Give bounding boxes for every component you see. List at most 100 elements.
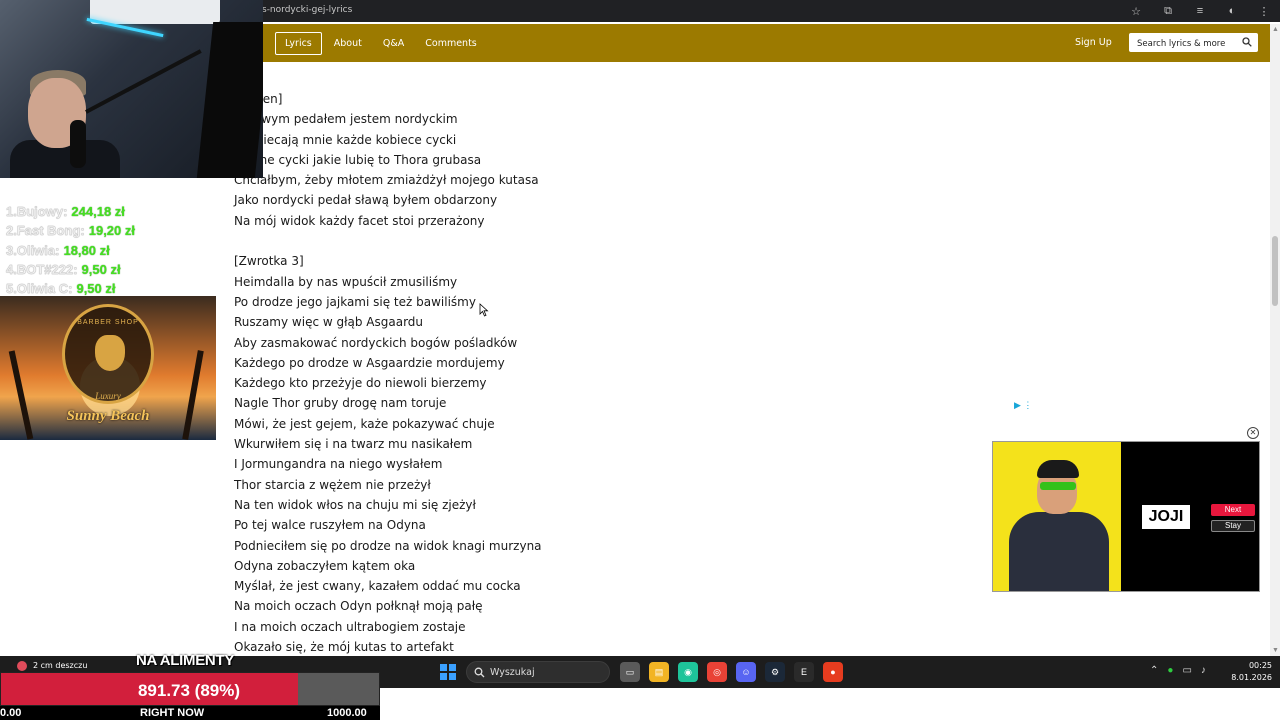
barber-shop-logo: BARBER SHOP Luxury (62, 304, 154, 404)
microphone-icon[interactable]: ● (1167, 665, 1173, 676)
lyric-line: Jako nordycki pedał sławą byłem obdarzon… (234, 193, 498, 208)
donor-name: 5.Oliwia C: (6, 281, 73, 297)
screen: s-nordycki-gej-lyrics ☆ ⧉ ≡ ◐ ⋮ Lyrics A… (0, 0, 1280, 720)
site-search-box (1129, 33, 1258, 54)
epic-games-icon[interactable]: E (794, 662, 814, 682)
donor-name: 3.Oliwia: (6, 242, 60, 258)
lyric-line: Jedyne cycki jakie lubię to Thora grubas… (234, 152, 482, 167)
clock-date: 8.01.2026 (1231, 673, 1272, 682)
search-icon[interactable] (1242, 37, 1252, 47)
profile-icon[interactable]: ◐ (1224, 3, 1240, 19)
scroll-down-arrow-icon[interactable]: ▼ (1272, 647, 1279, 654)
donor-amount: 18,80 zł (63, 242, 110, 258)
xbox-icon[interactable]: ◉ (678, 662, 698, 682)
file-explorer-icon[interactable]: ▤ (649, 662, 669, 682)
lyric-line: [Zwrotka 3] (234, 254, 304, 269)
goal-now-label: RIGHT NOW (140, 707, 205, 719)
browser-menu-icon[interactable]: ⋮ (1256, 3, 1272, 19)
lyrics-body: [Refren] Gejowym pedałem jestem nordyckim… (234, 89, 542, 657)
steam-icon[interactable]: ⚙ (765, 662, 785, 682)
lyric-line: Odyna zobaczyłem kątem oka (234, 558, 416, 573)
lyric-line: Nagle Thor gruby drogę nam toruje (234, 396, 447, 411)
lyric-line: Thor starcia z wężem nie przeżył (234, 477, 431, 492)
network-icon[interactable]: ▭ (1182, 665, 1191, 676)
goal-value: 891.73 (89%) (137, 681, 241, 700)
ad-brand-logo: JOJI (1142, 505, 1190, 529)
taskbar-search-label: Wyszukaj (490, 667, 535, 678)
address-bar-url[interactable]: s-nordycki-gej-lyrics (262, 5, 352, 15)
lyric-line: Każdego po drodze w Asgaardzie mordujemy (234, 355, 505, 370)
scrollbar-thumb[interactable] (1272, 236, 1278, 306)
lyric-line: Myślał, że jest cwany, kazałem oddać mu … (234, 579, 521, 594)
goal-min-label: 0.00 (0, 707, 22, 719)
donor-name: 2.Fast Bong: (6, 223, 85, 239)
tab-comments[interactable]: Comments (416, 33, 486, 54)
lyric-line: I Jormungandra na niego wysłałem (234, 457, 443, 472)
extensions-icon[interactable]: ⧉ (1160, 3, 1176, 19)
lyric-line: Na ten widok włos na chuju mi się zjeżył (234, 497, 476, 512)
donor-amount: 9,50 zł (76, 281, 116, 297)
lyric-line: Każdego kto przeżyje do niewoli bierzemy (234, 376, 487, 391)
donor-amount: 19,20 zł (88, 223, 135, 239)
page-scrollbar[interactable]: ▲ ▼ (1270, 24, 1280, 656)
chrome-icon[interactable]: ◎ (707, 662, 727, 682)
tab-search-icon[interactable]: ≡ (1192, 3, 1208, 19)
donor-name: 4.BOT#222: (6, 261, 78, 277)
video-ad[interactable]: JOJI Next Stay (992, 441, 1260, 592)
lyric-line: Heimdalla by nas wpuścił zmusiliśmy (234, 274, 458, 289)
sponsor-title: Sunny Beach (66, 408, 150, 424)
donor-name: 1.Bujowy: (6, 204, 68, 219)
system-clock[interactable]: 00:25 8.01.2026 (1226, 660, 1272, 684)
clock-time: 00:25 (1248, 661, 1272, 670)
scroll-up-arrow-icon[interactable]: ▲ (1272, 26, 1279, 33)
lyric-line: Gejowym pedałem jestem nordyckim (234, 112, 458, 127)
donor-row: 3.Oliwia: 18,80 zł (6, 241, 135, 260)
lyric-line: Podniecają mnie każde kobiece cycki (234, 132, 457, 147)
adchoices-icon[interactable]: ▶ ⋮ (1014, 400, 1032, 411)
lyric-line: [Refren] (234, 89, 542, 109)
search-icon (474, 667, 485, 678)
lyric-line (234, 231, 542, 251)
discord-icon[interactable]: ☺ (736, 662, 756, 682)
lyric-line: Po tej walce ruszyłem na Odyna (234, 518, 426, 533)
lyric-line: Ruszamy więc w głąb Asgaardu (234, 315, 424, 330)
task-view-icon[interactable]: ▭ (620, 662, 640, 682)
ad-next-button[interactable]: Next (1211, 504, 1255, 516)
goal-progress-bar: 891.73 (89%) (0, 672, 380, 706)
goal-scale: 0.00 RIGHT NOW 1000.00 (0, 706, 380, 720)
bookmark-star-icon[interactable]: ☆ (1128, 3, 1144, 19)
lyric-line: I na moich oczach ultrabogiem zostaje (234, 619, 466, 634)
ad-artwork (993, 442, 1121, 591)
lyric-line: Chciałbym, żeby młotem zmiażdżył mojego … (234, 173, 539, 188)
ad-close-icon[interactable]: ✕ (1247, 427, 1259, 439)
donor-row: 2.Fast Bong: 19,20 zł (6, 221, 135, 240)
donor-row: 1.Bujowy: 244,18 zł (6, 202, 135, 221)
windows-start-icon[interactable] (440, 664, 456, 680)
streamer-webcam (0, 0, 263, 178)
volume-icon[interactable]: ♪ (1201, 665, 1206, 676)
donor-row: 4.BOT#222: 9,50 zł (6, 260, 135, 279)
search-input[interactable] (1129, 34, 1237, 54)
tray-overflow-icon[interactable]: ⌃ (1150, 665, 1158, 676)
ad-stay-button[interactable]: Stay (1211, 520, 1255, 532)
goal-max-label: 1000.00 (327, 707, 367, 719)
tab-qa[interactable]: Q&A (374, 33, 413, 54)
donor-amount: 244,18 zł (71, 204, 125, 219)
top-donors-list: 1.Bujowy: 244,18 zł 2.Fast Bong: 19,20 zł 3.… (6, 202, 135, 298)
sponsor-banner: BARBER SHOP Luxury Sunny Beach (0, 296, 216, 440)
lyric-line: Po drodze jego jajkami się też bawiliśmy (234, 294, 476, 309)
lyric-line: Na mój widok każdy facet stoi przerażony (234, 213, 485, 228)
tab-about[interactable]: About (325, 33, 371, 54)
goal-title: NA ALIMENTY (135, 652, 235, 669)
lyric-line: Aby zasmakować nordyckich bogów pośladkó… (234, 335, 518, 350)
lyric-line: Wkurwiłem się i na twarz mu nasikałem (234, 437, 473, 452)
mouse-cursor-icon (479, 303, 489, 317)
tab-lyrics[interactable]: Lyrics (275, 32, 322, 55)
lyric-line: Na moich oczach Odyn połknął moją pałę (234, 599, 483, 614)
taskbar-search[interactable]: Wyszukaj (466, 661, 610, 683)
lyric-line: Podnieciłem się po drodze na widok knagi… (234, 538, 542, 553)
sign-up-link[interactable]: Sign Up (1075, 37, 1112, 48)
app-red-icon[interactable]: ● (823, 662, 843, 682)
donor-amount: 9,50 zł (81, 261, 121, 277)
lyric-line: Mówi, że jest gejem, każe pokazywać chuj… (234, 416, 495, 431)
